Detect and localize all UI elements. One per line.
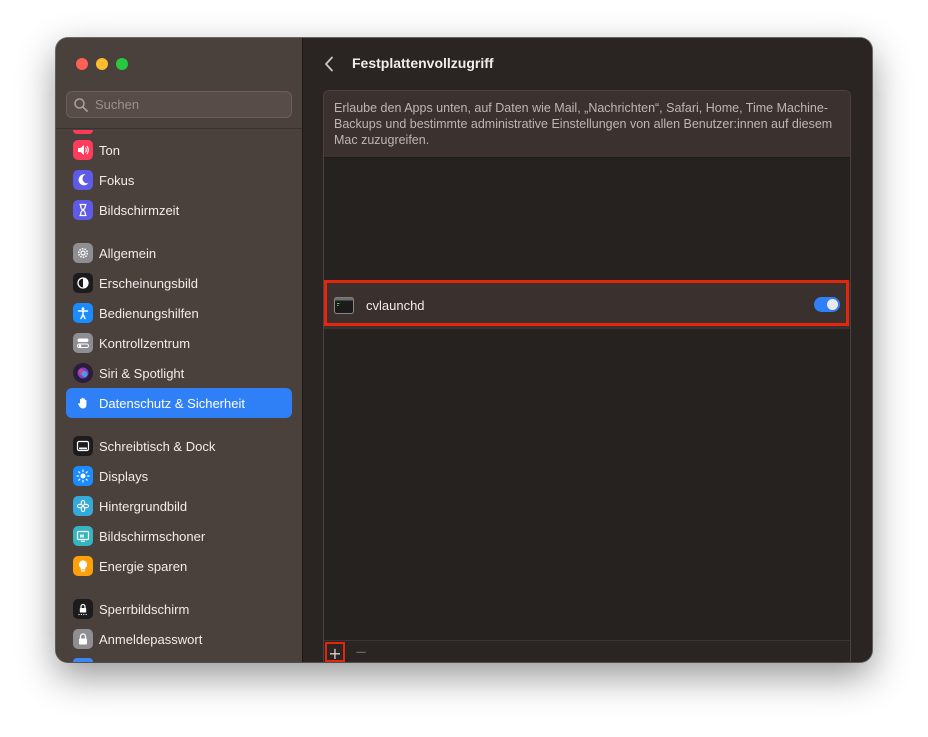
sidebar-item-label: Siri & Spotlight [99,365,185,381]
bulb-icon [73,556,93,576]
sidebar-item-erscheinungsbild[interactable]: Erscheinungsbild [66,268,292,298]
sidebar-item-label: Anmeldepasswort [99,631,203,647]
list-actions-bar: + − [324,640,850,662]
panel-description: Erlaube den Apps unten, auf Daten wie Ma… [324,91,850,158]
sidebar-item-hintergrundbild[interactable]: Hintergrundbild [66,491,292,521]
moon-icon [73,170,93,190]
sidebar-item-label: Kontrollzentrum [99,335,191,351]
terminal-icon [334,296,354,314]
lock-icon [73,629,93,649]
sidebar-item-label: Energie sparen [99,558,188,574]
sidebar-item-schreibtisch-dock[interactable]: Schreibtisch & Dock [66,431,292,461]
sidebar-item-label: Bedienungshilfen [99,305,199,321]
sidebar-item-label: Bildschirmschoner [99,528,206,544]
sidebar-item-label: Displays [99,468,149,484]
sidebar-item-sperrbildschirm[interactable]: Sperrbildschirm [66,594,292,624]
minimize-window-button[interactable] [96,58,108,70]
sidebar-item-siri-spotlight[interactable]: Siri & Spotlight [66,358,292,388]
sidebar-item-bildschirmzeit[interactable]: Bildschirmzeit [66,195,292,225]
sidebar: Ton Fokus Bildschirmzeit Allgemei [56,38,303,662]
lock-screen-icon [73,599,93,619]
appearance-icon [73,273,93,293]
sidebar-list: Ton Fokus Bildschirmzeit Allgemein Ersch… [66,135,292,654]
page-title: Festplattenvollzugriff [352,55,494,71]
sidebar-item-label: Schreibtisch & Dock [99,438,216,454]
sidebar-divider [56,128,302,129]
add-app-button[interactable]: + [325,642,345,662]
main-content: Festplattenvollzugriff Erlaube den Apps … [303,38,872,662]
partial-sidebar-icon-bottom [73,658,93,662]
sidebar-item-bedienungshilfen[interactable]: Bedienungshilfen [66,298,292,328]
sidebar-item-label: Datenschutz & Sicherheit [99,395,245,411]
sidebar-item-ton[interactable]: Ton [66,135,292,165]
system-settings-window: Ton Fokus Bildschirmzeit Allgemei [56,38,872,662]
sidebar-item-datenschutz-sicherheit[interactable]: Datenschutz & Sicherheit [66,388,292,418]
sidebar-item-label: Sperrbildschirm [99,601,190,617]
maximize-window-button[interactable] [116,58,128,70]
sidebar-item-label: Erscheinungsbild [99,275,199,291]
siri-icon [73,363,93,383]
sidebar-item-energie-sparen[interactable]: Energie sparen [66,551,292,581]
sidebar-item-label: Fokus [99,172,135,188]
toggle-knob [827,299,838,310]
search-icon [74,97,88,112]
remove-app-button[interactable]: − [351,642,371,662]
close-window-button[interactable] [76,58,88,70]
search-input[interactable] [93,96,277,113]
partial-sidebar-icon-top [73,130,93,134]
flower-icon [73,496,93,516]
app-list-panel: Erlaube den Apps unten, auf Daten wie Ma… [323,90,851,662]
hourglass-icon [73,200,93,220]
sidebar-item-anmeldepasswort[interactable]: Anmeldepasswort [66,624,292,654]
app-row-cvlaunchd[interactable]: cvlaunchd [324,281,850,329]
sun-icon [73,466,93,486]
sidebar-item-kontrollzentrum[interactable]: Kontrollzentrum [66,328,292,358]
sidebar-item-label: Bildschirmzeit [99,202,180,218]
sidebar-item-label: Allgemein [99,245,157,261]
gear-icon [73,243,93,263]
app-name: cvlaunchd [366,297,425,313]
sidebar-item-displays[interactable]: Displays [66,461,292,491]
sidebar-item-label: Hintergrundbild [99,498,188,514]
accessibility-icon [73,303,93,323]
sidebar-item-fokus[interactable]: Fokus [66,165,292,195]
dock-icon [73,436,93,456]
search-field[interactable] [66,91,292,118]
hand-icon [73,393,93,413]
sidebar-item-allgemein[interactable]: Allgemein [66,238,292,268]
chevron-left-icon [325,56,333,72]
sidebar-item-bildschirmschoner[interactable]: Bildschirmschoner [66,521,292,551]
speaker-icon [73,140,93,160]
screensaver-icon [73,526,93,546]
window-controls [76,58,128,70]
toggles-icon [73,333,93,353]
sidebar-item-label: Ton [99,142,120,158]
app-access-toggle[interactable] [814,297,840,312]
back-button[interactable] [319,53,339,75]
